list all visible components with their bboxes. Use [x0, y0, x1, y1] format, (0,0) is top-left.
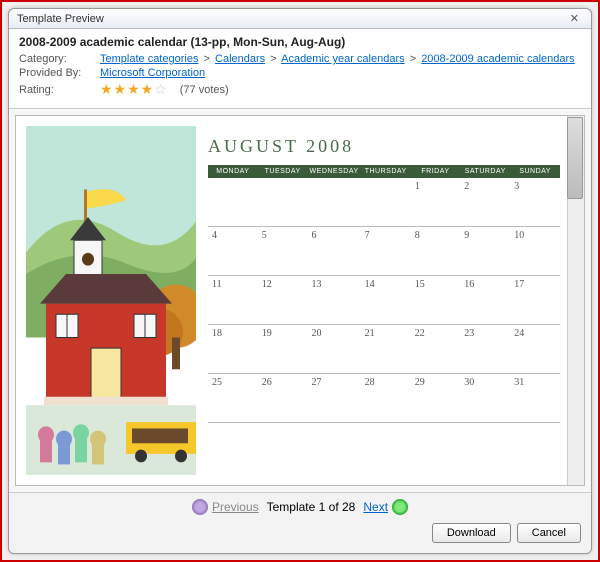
arrow-right-icon [392, 499, 408, 515]
cancel-button[interactable]: Cancel [517, 523, 581, 543]
template-name: 2008-2009 academic calendar (13-pp, Mon-… [19, 35, 581, 49]
calendar-cell [208, 178, 258, 227]
calendar-cell: 9 [460, 227, 510, 276]
rating-stars: ★★★★☆ [100, 81, 168, 98]
calendar-cell: 25 [208, 374, 258, 423]
breadcrumb-link[interactable]: 2008-2009 academic calendars [421, 53, 575, 65]
provided-by-label: Provided By: [19, 67, 94, 79]
calendar-cell: 1 [411, 178, 461, 227]
day-header: THURSDAY [361, 165, 411, 178]
close-icon[interactable]: ✕ [566, 12, 583, 25]
calendar-cell [258, 178, 308, 227]
calendar-cell: 31 [510, 374, 560, 423]
day-header: MONDAY [208, 165, 258, 178]
calendar-cell: 27 [308, 374, 361, 423]
calendar-cell: 21 [361, 325, 411, 374]
day-header: SUNDAY [510, 165, 560, 178]
category-label: Category: [19, 53, 94, 65]
day-header: SATURDAY [460, 165, 510, 178]
calendar-cell: 23 [460, 325, 510, 374]
calendar-cell: 8 [411, 227, 461, 276]
breadcrumb-link[interactable]: Template categories [100, 53, 198, 65]
rating-label: Rating: [19, 84, 94, 96]
calendar-cell: 10 [510, 227, 560, 276]
scrollbar[interactable] [567, 116, 584, 485]
calendar-cell: 29 [411, 374, 461, 423]
next-button[interactable]: Next [363, 499, 408, 515]
next-label[interactable]: Next [363, 500, 388, 514]
calendar-cell: 18 [208, 325, 258, 374]
calendar-cell: 13 [308, 276, 361, 325]
calendar-cell: 12 [258, 276, 308, 325]
calendar-cell: 2 [460, 178, 510, 227]
arrow-left-icon [192, 499, 208, 515]
previous-button: Previous [192, 499, 259, 515]
calendar-cell: 16 [460, 276, 510, 325]
calendar-cell: 5 [258, 227, 308, 276]
calendar-cell: 24 [510, 325, 560, 374]
scrollbar-thumb[interactable] [567, 117, 583, 199]
breadcrumb: Template categories > Calendars > Academ… [100, 53, 575, 65]
previous-label: Previous [212, 500, 259, 514]
calendar-cell: 6 [308, 227, 361, 276]
calendar-cell: 17 [510, 276, 560, 325]
calendar-cell: 20 [308, 325, 361, 374]
breadcrumb-link[interactable]: Academic year calendars [281, 53, 405, 65]
provider-link[interactable]: Microsoft Corporation [100, 67, 205, 79]
day-header: TUESDAY [258, 165, 308, 178]
rating-votes: (77 votes) [180, 84, 229, 96]
calendar-cell: 7 [361, 227, 411, 276]
calendar-cell: 30 [460, 374, 510, 423]
calendar-cell: 19 [258, 325, 308, 374]
calendar-cell: 22 [411, 325, 461, 374]
breadcrumb-link[interactable]: Calendars [215, 53, 265, 65]
calendar-cell: 11 [208, 276, 258, 325]
calendar-cell [361, 178, 411, 227]
calendar-cell [308, 178, 361, 227]
calendar-cell: 28 [361, 374, 411, 423]
nav-position: Template 1 of 28 [267, 500, 356, 514]
dialog-titlebar: Template Preview ✕ [9, 9, 591, 29]
dialog-footer: Previous Template 1 of 28 Next Download … [9, 492, 591, 553]
template-header: 2008-2009 academic calendar (13-pp, Mon-… [9, 29, 591, 109]
preview-pane: AUGUST 2008 MONDAY TUESDAY WEDNESDAY THU… [15, 115, 585, 486]
calendar-cell: 14 [361, 276, 411, 325]
calendar-month-title: AUGUST 2008 [208, 136, 560, 157]
calendar-cell: 26 [258, 374, 308, 423]
download-button[interactable]: Download [432, 523, 511, 543]
calendar-grid: MONDAY TUESDAY WEDNESDAY THURSDAY FRIDAY… [208, 165, 560, 423]
calendar-cell: 4 [208, 227, 258, 276]
calendar-cell: 15 [411, 276, 461, 325]
day-header: WEDNESDAY [308, 165, 361, 178]
dialog-title: Template Preview [17, 13, 104, 25]
day-header: FRIDAY [411, 165, 461, 178]
calendar-cell: 3 [510, 178, 560, 227]
template-preview-dialog: Template Preview ✕ 2008-2009 academic ca… [8, 8, 592, 554]
template-illustration [26, 126, 196, 475]
